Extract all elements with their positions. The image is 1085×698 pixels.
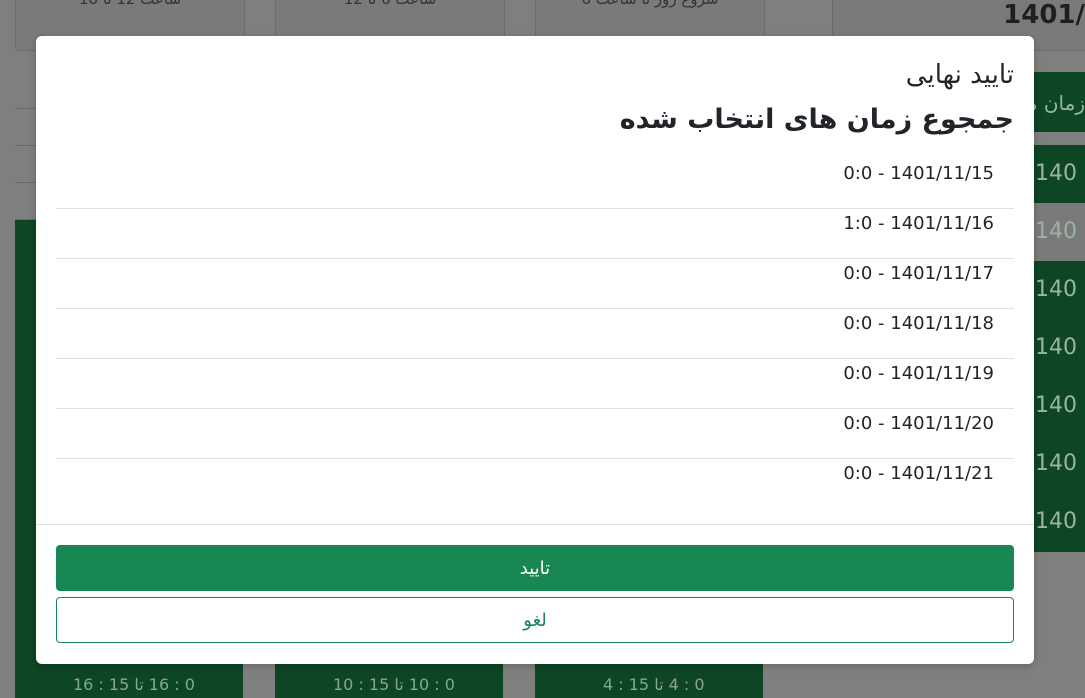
bg-time-slot: 0 : 10 تا 15 : 10	[333, 675, 455, 694]
bg-date-cell: 140	[1035, 277, 1077, 302]
bg-date-heading: 1401/	[1003, 0, 1085, 30]
list-item: 0:0 - 1401/11/21	[843, 463, 994, 484]
selected-times-list: 0:0 - 1401/11/15 1:0 - 1401/11/16 0:0 - …	[56, 159, 1014, 509]
list-item: 0:0 - 1401/11/18	[56, 309, 1014, 359]
bg-date-cell: 140	[1035, 161, 1077, 186]
list-item: 0:0 - 1401/11/19	[56, 359, 1014, 409]
bg-date-cell: 140	[1025, 203, 1085, 261]
bg-date-list: 140 140 140 140 140 140 140	[1025, 145, 1085, 552]
confirm-modal: تایید نهایی جمجوع زمان های انتخاب شده 0:…	[36, 36, 1034, 664]
bg-date-cell: 140	[1035, 335, 1077, 360]
modal-footer: تایید لغو	[36, 524, 1034, 664]
list-item: 0:0 - 1401/11/20	[56, 409, 1014, 459]
bg-date-cell: 140	[1035, 393, 1077, 418]
bg-time-slot: 0 : 4 تا 15 : 4	[603, 675, 705, 694]
list-item: 0:0 - 1401/11/15	[56, 159, 1014, 209]
bg-date-cell: 140	[1035, 509, 1077, 534]
bg-time-slot: 0 : 16 تا 15 : 16	[73, 675, 195, 694]
modal-title: تایید نهایی	[905, 60, 1014, 90]
cancel-button[interactable]: لغو	[56, 597, 1014, 643]
modal-subtitle: جمجوع زمان های انتخاب شده	[619, 104, 1014, 135]
confirm-button[interactable]: تایید	[56, 545, 1014, 591]
bg-time-header: زمان ه	[1025, 72, 1085, 132]
bg-date-cell: 140	[1035, 451, 1077, 476]
list-item: 1:0 - 1401/11/16	[56, 209, 1014, 259]
list-item: 0:0 - 1401/11/17	[56, 259, 1014, 309]
